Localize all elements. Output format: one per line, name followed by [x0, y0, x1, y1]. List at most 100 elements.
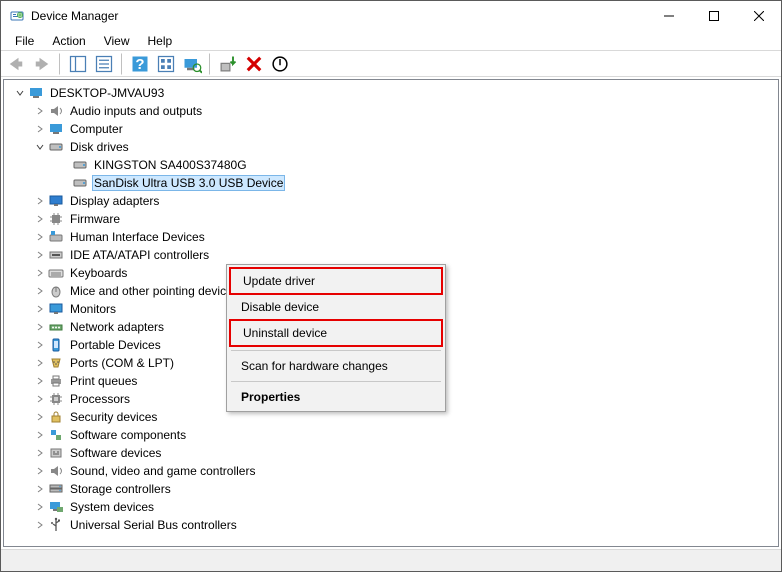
maximize-button[interactable]: [691, 1, 736, 31]
disable-tool-button[interactable]: [269, 53, 291, 75]
menubar: File Action View Help: [1, 31, 781, 51]
tree-label: Storage controllers: [68, 482, 173, 496]
chevron-right-icon[interactable]: [34, 249, 46, 261]
app-icon: [9, 8, 25, 24]
back-button[interactable]: [5, 53, 27, 75]
toolbar-separator: [121, 53, 123, 75]
action-list-button[interactable]: [155, 53, 177, 75]
tree-label: Sound, video and game controllers: [68, 464, 257, 478]
disk-icon: [72, 157, 88, 173]
toolbar-separator: [209, 53, 211, 75]
menu-action[interactable]: Action: [44, 32, 93, 50]
update-driver-tool-button[interactable]: [217, 53, 239, 75]
chevron-right-icon[interactable]: [34, 339, 46, 351]
tree-category-sw-devices[interactable]: Software devices: [6, 444, 776, 462]
chevron-right-icon[interactable]: [34, 105, 46, 117]
disk-icon: [72, 175, 88, 191]
storage-icon: [48, 481, 64, 497]
context-menu-separator: [231, 350, 441, 351]
tree-item-disk[interactable]: KINGSTON SA400S37480G: [6, 156, 776, 174]
tree-label: Keyboards: [68, 266, 129, 280]
menu-view[interactable]: View: [96, 32, 138, 50]
tree-label: Security devices: [68, 410, 159, 424]
chevron-right-icon[interactable]: [34, 231, 46, 243]
chevron-right-icon[interactable]: [34, 483, 46, 495]
properties-button[interactable]: [93, 53, 115, 75]
titlebar: Device Manager: [1, 1, 781, 31]
tree-item-disk-selected[interactable]: SanDisk Ultra USB 3.0 USB Device: [6, 174, 776, 192]
tree-label: Display adapters: [68, 194, 161, 208]
usb-icon: [48, 517, 64, 533]
chevron-right-icon[interactable]: [34, 429, 46, 441]
tree-root[interactable]: DESKTOP-JMVAU93: [6, 84, 776, 102]
computer-icon: [28, 85, 44, 101]
tree-category-ide[interactable]: IDE ATA/ATAPI controllers: [6, 246, 776, 264]
context-menu: Update driver Disable device Uninstall d…: [226, 264, 446, 412]
svg-text:?: ?: [135, 56, 144, 73]
close-button[interactable]: [736, 1, 781, 31]
tree-label: KINGSTON SA400S37480G: [92, 158, 249, 172]
disk-icon: [48, 139, 64, 155]
context-menu-update-driver[interactable]: Update driver: [229, 267, 443, 295]
tree-pane[interactable]: DESKTOP-JMVAU93 Audio inputs and outputs…: [3, 79, 779, 547]
tree-category-firmware[interactable]: Firmware: [6, 210, 776, 228]
scan-hardware-button[interactable]: [181, 53, 203, 75]
uninstall-tool-button[interactable]: [243, 53, 265, 75]
tree-label: DESKTOP-JMVAU93: [48, 86, 166, 100]
context-menu-properties[interactable]: Properties: [229, 385, 443, 409]
chip-icon: [48, 211, 64, 227]
minimize-button[interactable]: [646, 1, 691, 31]
tree-label: Universal Serial Bus controllers: [68, 518, 239, 532]
toolbar-separator: [59, 53, 61, 75]
context-menu-uninstall-device[interactable]: Uninstall device: [229, 319, 443, 347]
tree-category-hid[interactable]: Human Interface Devices: [6, 228, 776, 246]
chevron-right-icon[interactable]: [34, 195, 46, 207]
show-hide-tree-button[interactable]: [67, 53, 89, 75]
context-menu-scan-hardware[interactable]: Scan for hardware changes: [229, 354, 443, 378]
chevron-right-icon[interactable]: [34, 393, 46, 405]
chevron-right-icon[interactable]: [34, 447, 46, 459]
tree-category-disk-drives[interactable]: Disk drives: [6, 138, 776, 156]
component-icon: [48, 427, 64, 443]
sound-icon: [48, 463, 64, 479]
chevron-right-icon[interactable]: [34, 357, 46, 369]
chevron-right-icon[interactable]: [34, 501, 46, 513]
cpu-icon: [48, 391, 64, 407]
chevron-right-icon[interactable]: [34, 321, 46, 333]
chevron-right-icon[interactable]: [34, 213, 46, 225]
port-icon: [48, 355, 64, 371]
tree-label: Software devices: [68, 446, 163, 460]
system-icon: [48, 499, 64, 515]
tree-label: Human Interface Devices: [68, 230, 207, 244]
chevron-right-icon[interactable]: [34, 285, 46, 297]
context-menu-disable-device[interactable]: Disable device: [229, 295, 443, 319]
context-menu-separator: [231, 381, 441, 382]
chevron-right-icon[interactable]: [34, 303, 46, 315]
tree-category-display[interactable]: Display adapters: [6, 192, 776, 210]
ide-icon: [48, 247, 64, 263]
chevron-right-icon[interactable]: [34, 375, 46, 387]
computer-icon: [48, 121, 64, 137]
chevron-right-icon[interactable]: [34, 411, 46, 423]
chevron-right-icon[interactable]: [34, 267, 46, 279]
sw-device-icon: [48, 445, 64, 461]
chevron-down-icon[interactable]: [14, 87, 26, 99]
tree-category-system[interactable]: System devices: [6, 498, 776, 516]
menu-help[interactable]: Help: [140, 32, 181, 50]
tree-category-sw-components[interactable]: Software components: [6, 426, 776, 444]
tree-category-sound[interactable]: Sound, video and game controllers: [6, 462, 776, 480]
chevron-right-icon[interactable]: [34, 519, 46, 531]
chevron-right-icon[interactable]: [34, 123, 46, 135]
tree-category-storage[interactable]: Storage controllers: [6, 480, 776, 498]
help-button[interactable]: ?: [129, 53, 151, 75]
tree-label: Disk drives: [68, 140, 131, 154]
tree-category-computer[interactable]: Computer: [6, 120, 776, 138]
tree-category-audio[interactable]: Audio inputs and outputs: [6, 102, 776, 120]
tree-category-usb[interactable]: Universal Serial Bus controllers: [6, 516, 776, 534]
chevron-right-icon[interactable]: [34, 465, 46, 477]
printer-icon: [48, 373, 64, 389]
menu-file[interactable]: File: [7, 32, 42, 50]
forward-button[interactable]: [31, 53, 53, 75]
tree-label: Network adapters: [68, 320, 166, 334]
chevron-down-icon[interactable]: [34, 141, 46, 153]
